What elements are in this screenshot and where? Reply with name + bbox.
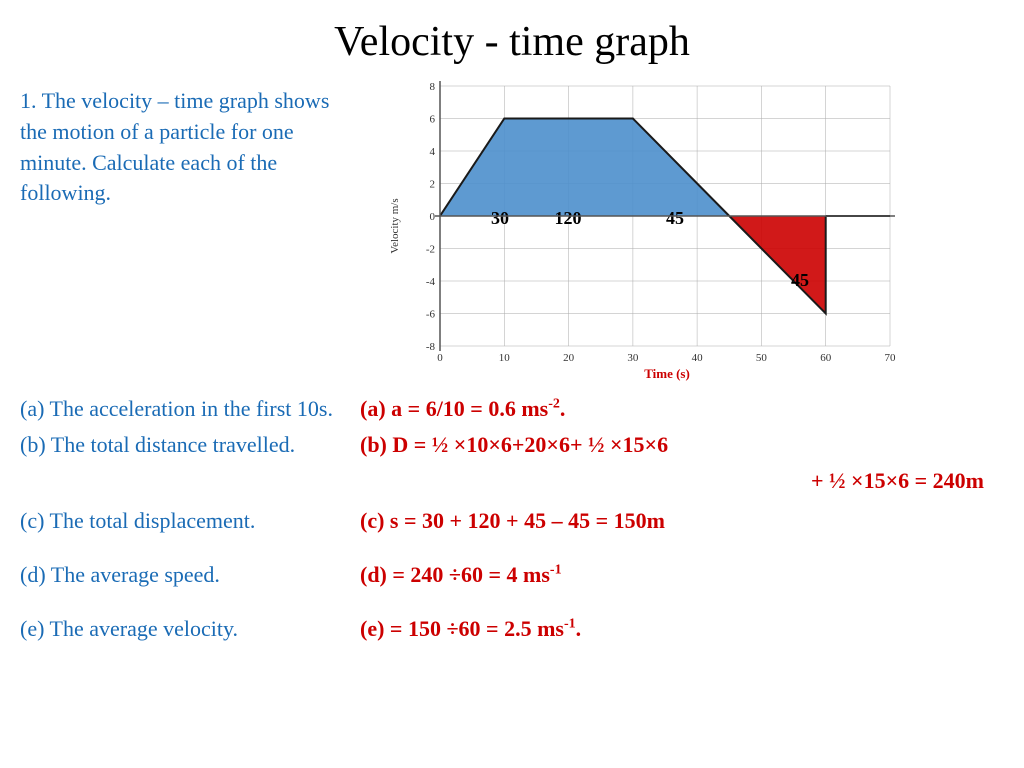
- svg-text:10: 10: [499, 352, 511, 364]
- svg-text:0: 0: [430, 211, 436, 223]
- svg-text:0: 0: [437, 352, 443, 364]
- svg-text:30: 30: [491, 208, 509, 228]
- answer-e: (e) = 150 ÷60 = 2.5 ms-1.: [360, 616, 581, 642]
- svg-text:Time (s): Time (s): [644, 366, 690, 381]
- answer-b: (b) D = ½ ×10×6+20×6+ ½ ×15×6: [360, 432, 668, 458]
- question-c: (c) The total displacement.: [20, 508, 350, 534]
- qa-row-e: (e) The average velocity. (e) = 150 ÷60 …: [20, 616, 1004, 642]
- problem-text: 1. The velocity – time graph shows the m…: [20, 76, 360, 209]
- svg-text:120: 120: [555, 208, 582, 228]
- svg-text:20: 20: [563, 352, 575, 364]
- svg-text:50: 50: [756, 352, 768, 364]
- svg-text:-8: -8: [426, 341, 436, 353]
- qa-row-d: (d) The average speed. (d) = 240 ÷60 = 4…: [20, 562, 1004, 588]
- answer-c: (c) s = 30 + 120 + 45 – 45 = 150m: [360, 508, 665, 534]
- question-b: (b) The total distance travelled.: [20, 432, 350, 458]
- svg-text:2: 2: [430, 179, 436, 191]
- answer-d: (d) = 240 ÷60 = 4 ms-1: [360, 562, 562, 588]
- answer-b-continuation: + ½ ×15×6 = 240m: [20, 468, 1004, 494]
- question-d: (d) The average speed.: [20, 562, 350, 588]
- svg-text:-4: -4: [426, 276, 436, 288]
- answer-a: (a) a = 6/10 = 0.6 ms-2.: [360, 396, 565, 422]
- svg-text:Velocity m/s: Velocity m/s: [389, 198, 401, 253]
- svg-text:4: 4: [430, 146, 436, 158]
- svg-text:45: 45: [666, 208, 684, 228]
- question-e: (e) The average velocity.: [20, 616, 350, 642]
- qa-row-c: (c) The total displacement. (c) s = 30 +…: [20, 508, 1004, 534]
- page-title: Velocity - time graph: [0, 0, 1024, 76]
- svg-text:60: 60: [820, 352, 832, 364]
- graph-area: 30 120 45 45 8 6 4 2 0 -2 -4 -6 -8: [380, 76, 1004, 386]
- svg-text:45: 45: [791, 270, 809, 290]
- question-a: (a) The acceleration in the first 10s.: [20, 396, 350, 422]
- qa-row-b: (b) The total distance travelled. (b) D …: [20, 432, 1004, 458]
- qa-row-a: (a) The acceleration in the first 10s. (…: [20, 396, 1004, 422]
- svg-text:-2: -2: [426, 244, 435, 256]
- svg-text:70: 70: [885, 352, 897, 364]
- svg-text:6: 6: [430, 114, 436, 126]
- answers-section: (a) The acceleration in the first 10s. (…: [0, 386, 1024, 642]
- svg-text:8: 8: [430, 81, 436, 93]
- svg-text:-6: -6: [426, 309, 436, 321]
- svg-text:40: 40: [692, 352, 704, 364]
- svg-text:30: 30: [627, 352, 639, 364]
